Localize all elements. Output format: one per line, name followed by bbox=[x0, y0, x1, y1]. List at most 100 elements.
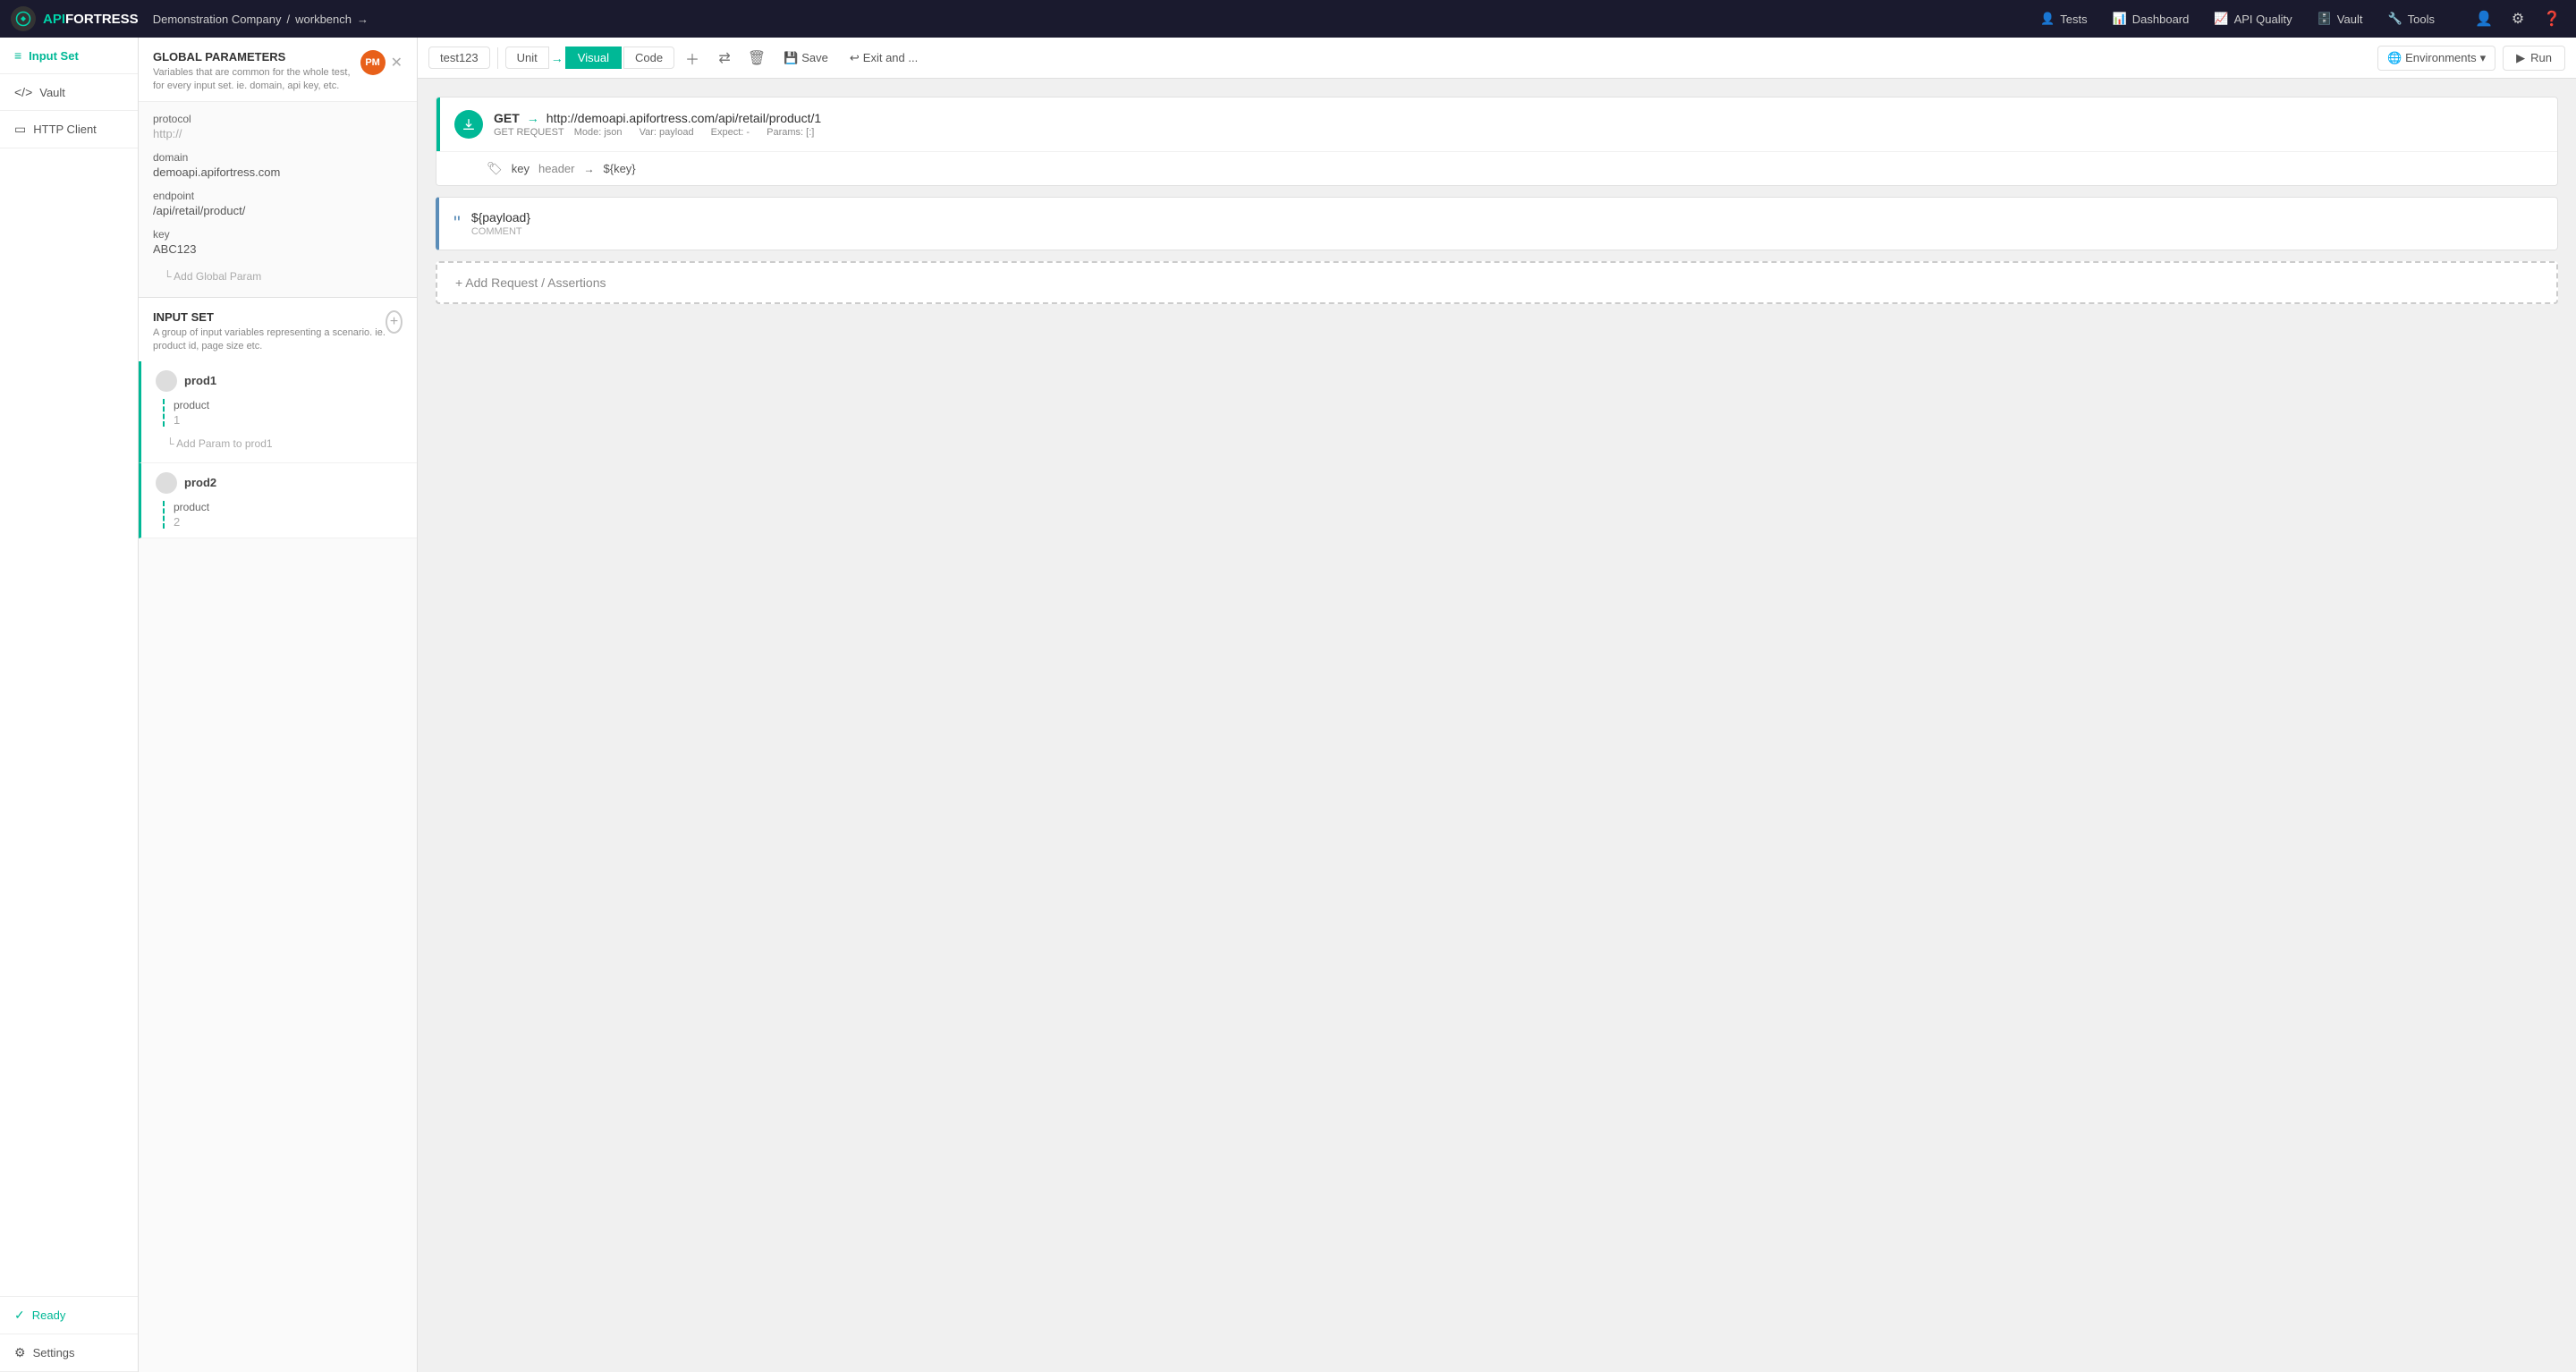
nav-api-quality[interactable]: 📈 API Quality bbox=[2203, 6, 2302, 31]
prod2-param-label: product bbox=[174, 501, 402, 513]
prod2-name: prod2 bbox=[184, 476, 216, 489]
header-tag-icon: 🏷 bbox=[487, 161, 503, 176]
params-panel: GLOBAL PARAMETERS Variables that are com… bbox=[139, 38, 418, 1372]
param-protocol: protocol http:// bbox=[153, 113, 402, 140]
add-param-prod1-button[interactable]: └ Add Param to prod1 bbox=[156, 434, 402, 453]
add-request-button[interactable]: + Add Request / Assertions bbox=[436, 261, 2558, 304]
sidebar-item-ready[interactable]: ✓ Ready bbox=[0, 1297, 138, 1334]
add-request-label: + Add Request / Assertions bbox=[455, 275, 606, 290]
input-set-desc: A group of input variables representing … bbox=[153, 326, 386, 354]
swap-button[interactable]: ⇄ bbox=[710, 44, 739, 72]
user-profile-button[interactable]: 👤 bbox=[2470, 5, 2497, 32]
add-input-set-button[interactable]: + bbox=[386, 310, 402, 334]
sidebar-item-settings[interactable]: ⚙ Settings bbox=[0, 1334, 138, 1372]
settings-button[interactable]: ⚙ bbox=[2504, 5, 2531, 32]
comment-text: ${payload} bbox=[471, 210, 530, 224]
workbench-toolbar: test123 Unit → Visual Code ＋ ⇄ 🗑 💾 Save … bbox=[418, 38, 2576, 79]
sidebar-item-http-client[interactable]: ▭ HTTP Client bbox=[0, 111, 138, 148]
request-card: GET → http://demoapi.apifortress.com/api… bbox=[436, 97, 2558, 186]
breadcrumb-workbench[interactable]: workbench bbox=[295, 13, 352, 26]
play-icon: ▶ bbox=[2516, 51, 2525, 65]
save-icon: 💾 bbox=[784, 51, 798, 65]
user-avatar[interactable]: PM bbox=[360, 50, 386, 75]
header-key: key bbox=[512, 162, 530, 175]
logo-icon bbox=[11, 6, 36, 31]
global-params-header: GLOBAL PARAMETERS Variables that are com… bbox=[139, 38, 417, 102]
chevron-down-icon: ▾ bbox=[2480, 51, 2487, 65]
toolbar-divider-1 bbox=[497, 47, 498, 69]
top-navigation: APIFORTRESS Demonstration Company / work… bbox=[0, 0, 2576, 38]
comment-label: COMMENT bbox=[471, 226, 530, 237]
prod2-param-value: 2 bbox=[174, 515, 402, 529]
delete-button[interactable]: 🗑 bbox=[742, 44, 771, 72]
dashboard-icon: 📊 bbox=[2113, 12, 2127, 26]
breadcrumb: Demonstration Company / workbench → bbox=[153, 13, 369, 26]
input-set-item-prod2: prod2 product 2 bbox=[139, 463, 417, 538]
environments-button[interactable]: 🌐 Environments ▾ bbox=[2377, 46, 2496, 71]
nav-tests[interactable]: 👤 Tests bbox=[2029, 6, 2098, 31]
global-params-list: protocol http:// domain demoapi.apifortr… bbox=[139, 102, 417, 297]
header-value: ${key} bbox=[604, 162, 636, 175]
add-global-param-button[interactable]: └ Add Global Param bbox=[153, 267, 402, 286]
workbench-canvas: GET → http://demoapi.apifortress.com/api… bbox=[418, 79, 2576, 1372]
param-key: key ABC123 bbox=[153, 228, 402, 256]
add-button[interactable]: ＋ bbox=[678, 44, 707, 72]
help-button[interactable]: ❓ bbox=[2538, 5, 2565, 32]
globe-icon: 🌐 bbox=[2387, 51, 2402, 65]
sidebar: ≡ Input Set </> Vault ▭ HTTP Client ✓ Re… bbox=[0, 38, 139, 1372]
tab-code[interactable]: Code bbox=[623, 47, 674, 69]
input-set-header: INPUT SET A group of input variables rep… bbox=[139, 298, 417, 361]
workbench: test123 Unit → Visual Code ＋ ⇄ 🗑 💾 Save … bbox=[418, 38, 2576, 1372]
http-client-icon: ▭ bbox=[14, 122, 26, 137]
tools-icon: 🔧 bbox=[2387, 12, 2402, 26]
sidebar-item-vault[interactable]: </> Vault bbox=[0, 74, 138, 111]
breadcrumb-company[interactable]: Demonstration Company bbox=[153, 13, 282, 26]
param-endpoint: endpoint /api/retail/product/ bbox=[153, 190, 402, 217]
nav-dashboard[interactable]: 📊 Dashboard bbox=[2102, 6, 2200, 31]
request-method: GET bbox=[494, 111, 520, 125]
global-params-title: GLOBAL PARAMETERS bbox=[153, 50, 360, 64]
global-params-desc: Variables that are common for the whole … bbox=[153, 66, 360, 94]
sidebar-bottom: ✓ Ready ⚙ Settings bbox=[0, 1296, 138, 1372]
test-tab[interactable]: test123 bbox=[428, 47, 490, 69]
input-set-section: INPUT SET A group of input variables rep… bbox=[139, 297, 417, 538]
tab-visual[interactable]: Visual bbox=[565, 47, 622, 69]
exit-button[interactable]: ↩ Exit and ... bbox=[841, 47, 927, 70]
nav-tools[interactable]: 🔧 Tools bbox=[2377, 6, 2445, 31]
header-arrow-icon: → bbox=[584, 163, 595, 175]
api-quality-icon: 📈 bbox=[2214, 12, 2228, 26]
close-panel-button[interactable]: ✕ bbox=[391, 54, 402, 72]
exit-icon: ↩ bbox=[850, 51, 860, 65]
run-button[interactable]: ▶ Run bbox=[2503, 46, 2565, 71]
sidebar-item-input-set[interactable]: ≡ Input Set bbox=[0, 38, 138, 74]
param-domain: domain demoapi.apifortress.com bbox=[153, 151, 402, 179]
request-header-row[interactable]: 🏷 key header → ${key} bbox=[436, 151, 2557, 185]
app-logo[interactable]: APIFORTRESS bbox=[11, 6, 139, 31]
save-button[interactable]: 💾 Save bbox=[775, 47, 837, 70]
tab-group: Unit → Visual Code bbox=[505, 47, 674, 69]
breadcrumb-arrow: → bbox=[357, 13, 369, 26]
sidebar-settings-icon: ⚙ bbox=[14, 1345, 26, 1360]
request-url: http://demoapi.apifortress.com/api/retai… bbox=[547, 111, 821, 125]
nav-vault[interactable]: 🗄️ Vault bbox=[2307, 6, 2374, 31]
request-label: GET REQUEST bbox=[494, 127, 564, 138]
breadcrumb-separator: / bbox=[287, 13, 291, 26]
input-set-icon: ≡ bbox=[14, 48, 21, 63]
request-arrow-icon: → bbox=[527, 111, 539, 125]
input-set-title: INPUT SET bbox=[153, 310, 386, 324]
prod1-avatar bbox=[156, 370, 177, 392]
tab-unit[interactable]: Unit bbox=[505, 47, 549, 69]
prod1-name: prod1 bbox=[184, 374, 216, 387]
nav-actions: 👤 ⚙ ❓ bbox=[2470, 5, 2565, 32]
tab-arrow-icon: → bbox=[551, 51, 564, 65]
vault-icon: 🗄️ bbox=[2318, 12, 2332, 26]
prod2-avatar bbox=[156, 472, 177, 494]
vault-sidebar-icon: </> bbox=[14, 85, 32, 99]
request-card-main[interactable]: GET → http://demoapi.apifortress.com/api… bbox=[436, 97, 2557, 151]
main-layout: ≡ Input Set </> Vault ▭ HTTP Client ✓ Re… bbox=[0, 38, 2576, 1372]
tests-icon: 👤 bbox=[2040, 12, 2055, 26]
comment-icon: " bbox=[453, 212, 461, 235]
ready-icon: ✓ bbox=[14, 1308, 25, 1323]
prod1-param-value: 1 bbox=[174, 413, 402, 427]
comment-card[interactable]: " ${payload} COMMENT bbox=[436, 197, 2558, 250]
